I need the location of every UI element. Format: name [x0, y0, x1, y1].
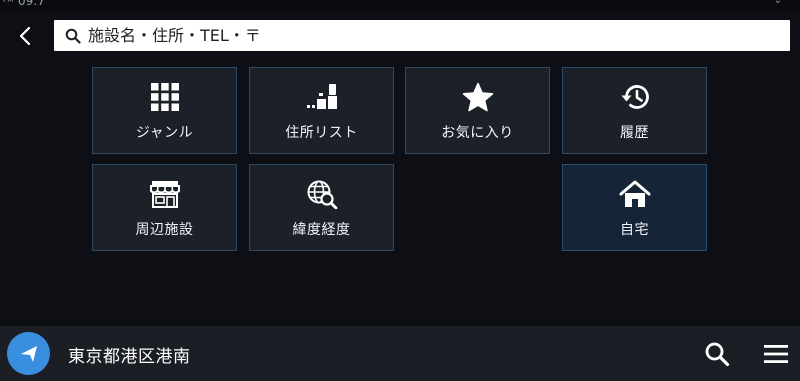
tile-favorites[interactable]: お気に入り [405, 67, 550, 154]
tile-nearby-facilities[interactable]: 周辺施設 [92, 164, 237, 251]
current-location-label: 東京都港区港南 [68, 347, 191, 367]
status-ampm: PM [3, 0, 14, 4]
chevron-left-icon [19, 26, 31, 46]
globe-search-icon [305, 178, 339, 210]
address-list-icon [305, 81, 339, 113]
tile-address-list[interactable]: 住所リスト [249, 67, 394, 154]
chevron-down-icon: ⌄ [773, 0, 782, 6]
status-bar: PM 09:7 ⌄ [0, 0, 800, 12]
search-field[interactable] [54, 20, 790, 51]
home-icon [618, 178, 652, 210]
tile-latitude-longitude[interactable]: 緯度経度 [249, 164, 394, 251]
search-button[interactable] [700, 338, 734, 370]
menu-button[interactable] [758, 338, 794, 370]
search-header [0, 12, 800, 60]
grid-icon [148, 81, 182, 113]
tile-label: 自宅 [620, 222, 649, 238]
store-icon [148, 178, 182, 210]
search-input[interactable] [88, 26, 768, 45]
search-icon [64, 27, 82, 45]
tile-label: 周辺施設 [135, 222, 194, 238]
navigation-search-screen: PM 09:7 ⌄ 施設名・住所・TEL・〒 ジャンル 住所リスト お気に入り … [0, 0, 800, 381]
back-button[interactable] [10, 22, 40, 50]
bottom-bar: 東京都港区港南 [0, 326, 800, 381]
tile-label: 履歴 [620, 125, 649, 141]
history-icon [618, 81, 652, 113]
status-time: 09:7 [18, 0, 45, 8]
tile-label: 緯度経度 [292, 222, 351, 238]
tile-home[interactable]: 自宅 [562, 164, 707, 251]
tile-history[interactable]: 履歴 [562, 67, 707, 154]
navigation-button[interactable] [7, 332, 50, 375]
tile-label: 住所リスト [285, 125, 358, 141]
navigation-arrow-icon [20, 345, 37, 362]
search-icon [705, 342, 730, 367]
tile-label: お気に入り [441, 125, 514, 141]
hamburger-menu-icon [764, 345, 788, 363]
star-icon [461, 81, 495, 113]
tile-genre[interactable]: ジャンル [92, 67, 237, 154]
tile-label: ジャンル [135, 125, 194, 141]
